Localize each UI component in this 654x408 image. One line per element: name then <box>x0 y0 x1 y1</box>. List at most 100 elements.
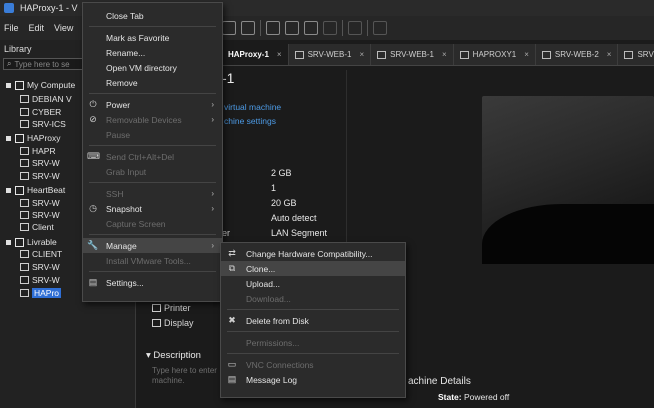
display-options-icon[interactable] <box>373 21 387 35</box>
menu-item-ssh[interactable]: SSH › <box>83 186 222 201</box>
menu-item-label: Upload... <box>246 278 281 289</box>
tree-item[interactable]: SRV-W <box>20 170 60 182</box>
description-title: Description <box>153 350 201 361</box>
power-on-link[interactable]: virtual machine <box>224 102 281 112</box>
tree-item[interactable]: SRV-W <box>20 197 60 209</box>
stretch-guest-icon[interactable] <box>348 21 362 35</box>
tab[interactable]: SRV-WEB-2 × <box>536 44 619 65</box>
edit-settings-link[interactable]: chine settings <box>224 116 276 126</box>
tree-item[interactable]: SRV-W <box>20 274 60 286</box>
state-value: Powered off <box>464 392 510 402</box>
close-tab-icon[interactable]: × <box>524 50 529 59</box>
unity-icon[interactable] <box>323 21 337 35</box>
removable-devices-icon: ⊘ <box>89 114 97 124</box>
tab[interactable]: SRV-WEB-1 × <box>371 44 454 65</box>
menu-separator <box>89 26 216 27</box>
tree-item[interactable]: SRV-W <box>20 209 60 221</box>
tab-label: SRV <box>637 50 654 59</box>
menu-file[interactable]: File <box>4 23 19 33</box>
menu-item-rename[interactable]: Rename... <box>83 45 222 60</box>
vm-title: -1 <box>222 70 235 86</box>
menu-item-vnc-connections[interactable]: ▭ VNC Connections <box>221 357 405 372</box>
menu-item-download[interactable]: Download... <box>221 291 405 306</box>
menu-item-change-hardware-compatibility[interactable]: ⇄ Change Hardware Compatibility... <box>221 246 405 261</box>
tree-item-label: SRV-ICS <box>32 119 66 129</box>
menu-item-grab-input[interactable]: Grab Input <box>83 164 222 179</box>
menu-item-label: Open VM directory <box>106 62 177 73</box>
device-value: 1 <box>271 183 277 193</box>
menu-separator <box>227 309 399 310</box>
split-view-icon[interactable] <box>285 21 299 35</box>
menu-item-install-vmware-tools[interactable]: Install VMware Tools... <box>83 253 222 268</box>
menu-edit[interactable]: Edit <box>29 23 45 33</box>
expand-toggle-icon[interactable] <box>6 82 11 88</box>
tree-item[interactable]: My Compute <box>6 79 75 91</box>
menu-item-remove[interactable]: Remove <box>83 75 222 90</box>
vm-icon <box>20 120 29 128</box>
menu-item-pause[interactable]: Pause <box>83 127 222 142</box>
menu-item-upload[interactable]: Upload... <box>221 276 405 291</box>
menu-item-removable-devices[interactable]: ⊘ Removable Devices › <box>83 112 222 127</box>
menu-item-label: Rename... <box>106 47 146 58</box>
menu-item-clone[interactable]: ⧉ Clone... <box>221 261 405 276</box>
device-value: LAN Segment <box>271 228 328 238</box>
tree-item[interactable]: Livrable <box>6 236 57 248</box>
printer-row[interactable]: Printer <box>152 303 191 313</box>
menu-item-snapshot[interactable]: ◷ Snapshot › <box>83 201 222 216</box>
tree-item[interactable]: HAPro <box>20 287 62 299</box>
menu-separator <box>89 182 216 183</box>
console-view-icon[interactable] <box>266 21 280 35</box>
search-icon: ⌕ <box>7 59 12 68</box>
expand-toggle-icon[interactable] <box>6 239 11 245</box>
tree-item[interactable]: SRV-ICS <box>20 118 66 130</box>
tree-item[interactable]: CYBER <box>20 106 61 118</box>
menu-item-capture-screen[interactable]: Capture Screen <box>83 216 222 231</box>
vm-icon <box>20 199 29 207</box>
display-row[interactable]: Display <box>152 318 194 328</box>
keyboard-icon: ⌨ <box>87 151 100 161</box>
vm-icon <box>20 276 29 284</box>
menu-item-power[interactable]: ⏻ Power › <box>83 97 222 112</box>
tab[interactable]: SRV-WEB-1 × <box>289 44 372 65</box>
close-tab-icon[interactable]: × <box>607 50 612 59</box>
tree-item[interactable]: SRV-W <box>20 261 60 273</box>
tab[interactable]: HAPROXY1 × <box>454 44 536 65</box>
tree-item[interactable]: HAProxy <box>6 132 61 144</box>
vm-icon <box>20 223 29 231</box>
tree-item[interactable]: CLIENT <box>20 248 62 260</box>
snapshot-toolbar-icon[interactable] <box>222 21 236 35</box>
menu-item-label: Pause <box>106 129 131 140</box>
tree-item[interactable]: Client <box>20 221 54 233</box>
fullscreen-icon[interactable] <box>304 21 318 35</box>
tree-item[interactable]: HeartBeat <box>6 184 65 196</box>
toolbar-divider <box>260 20 261 36</box>
menu-item-open-vm-directory[interactable]: Open VM directory <box>83 60 222 75</box>
menu-item-delete-from-disk[interactable]: ✖ Delete from Disk <box>221 313 405 328</box>
menu-item-message-log[interactable]: ▤ Message Log <box>221 372 405 387</box>
expand-toggle-icon[interactable] <box>6 187 11 193</box>
vm-tab-icon <box>459 50 469 59</box>
close-tab-icon[interactable]: × <box>359 50 364 59</box>
menu-view[interactable]: View <box>54 23 73 33</box>
close-tab-icon[interactable]: × <box>442 50 447 59</box>
menu-item-permissions[interactable]: Permissions... <box>221 335 405 350</box>
snapshot-manager-icon[interactable] <box>241 21 255 35</box>
close-tab-icon[interactable]: × <box>277 50 282 59</box>
menu-item-close-tab[interactable]: Close Tab <box>83 8 222 23</box>
tree-item[interactable]: HAPR <box>20 145 56 157</box>
tree-item[interactable]: SRV-W <box>20 157 60 169</box>
description-hint[interactable]: Type here to enter machine. <box>152 366 222 386</box>
tree-item-label: SRV-W <box>32 210 60 220</box>
menu-item-mark-as-favorite[interactable]: Mark as Favorite <box>83 30 222 45</box>
menu-item-send-ctrl-alt-del[interactable]: ⌨ Send Ctrl+Alt+Del <box>83 149 222 164</box>
vm-screen-preview[interactable] <box>482 96 654 264</box>
expand-toggle-icon[interactable] <box>6 135 11 141</box>
tab[interactable]: SRV× <box>618 44 654 65</box>
description-header[interactable]: ▾ Description <box>146 350 201 361</box>
tab[interactable]: HAProxy-1 × <box>222 44 289 65</box>
details-header: achine Details <box>408 376 471 387</box>
menu-item-settings[interactable]: ▤ Settings... <box>83 275 222 290</box>
menu-item-manage[interactable]: 🔧 Manage › <box>83 238 222 253</box>
submenu-arrow-icon: › <box>211 204 214 213</box>
tree-item[interactable]: DEBIAN V <box>20 93 72 105</box>
